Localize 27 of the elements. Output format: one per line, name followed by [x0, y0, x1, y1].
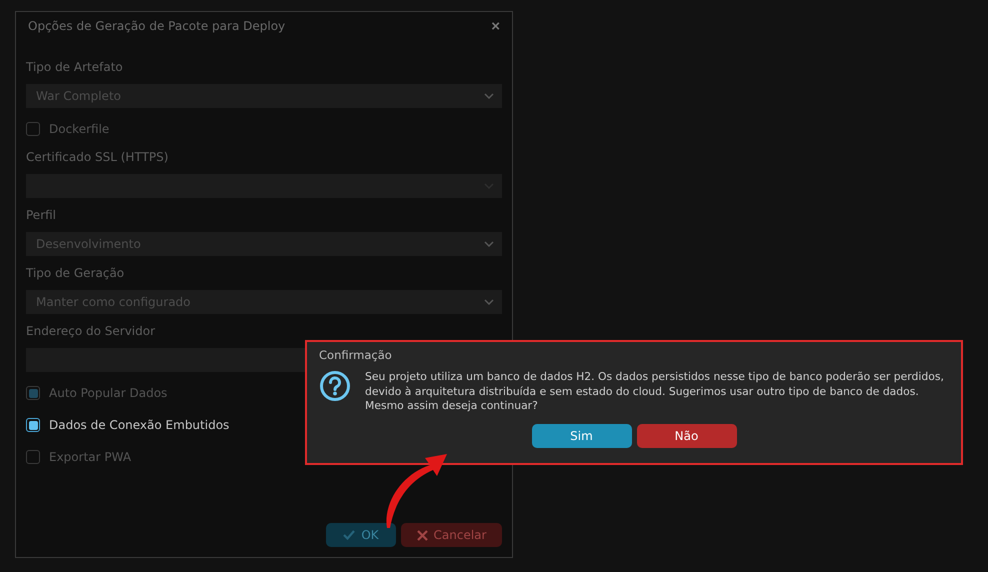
checkbox-label: Exportar PWA: [49, 450, 132, 464]
field-label: Tipo de Artefato: [26, 60, 124, 74]
question-icon: [319, 370, 351, 402]
field-label: Certificado SSL (HTTPS): [26, 150, 170, 164]
confirm-message: Seu projeto utiliza um banco de dados H2. Os dados persistidos nesse tipo de banco poderão ser perdidos, devido à arquitetura distribuída e sem estado do cloud. Sugerimos usar outro tipo de banco de dados. Mesmo assim deseja continuar?: [365, 370, 945, 414]
checkbox[interactable]: [26, 386, 40, 400]
checkbox[interactable]: [26, 122, 40, 136]
checkbox-label: Dados de Conexão Embutidos: [49, 418, 230, 432]
cancel-button[interactable]: Cancelar: [401, 523, 502, 547]
checkbox-label: Auto Popular Dados: [49, 386, 168, 400]
check-icon: [343, 530, 356, 540]
field-label: Tipo de Geração: [26, 266, 126, 280]
no-button[interactable]: Não: [636, 424, 736, 448]
chevron-icon: [484, 299, 494, 305]
field-label: Endereço do Servidor: [26, 324, 156, 338]
close-button[interactable]: ×: [491, 18, 500, 34]
confirm-title: Confirmação: [319, 348, 393, 362]
field-label: Perfil: [26, 208, 58, 222]
checkbox-label: Dockerfile: [49, 122, 110, 136]
checkbox[interactable]: [26, 450, 40, 464]
ok-button[interactable]: OK: [326, 523, 396, 547]
yes-button[interactable]: Sim: [532, 424, 632, 448]
chevron-icon: [484, 93, 494, 99]
chevron-icon: [484, 241, 494, 247]
dialog-title: Opções de Geração de Pacote para Deploy: [28, 19, 286, 33]
checkbox[interactable]: [26, 418, 40, 432]
close-icon: [416, 530, 428, 540]
